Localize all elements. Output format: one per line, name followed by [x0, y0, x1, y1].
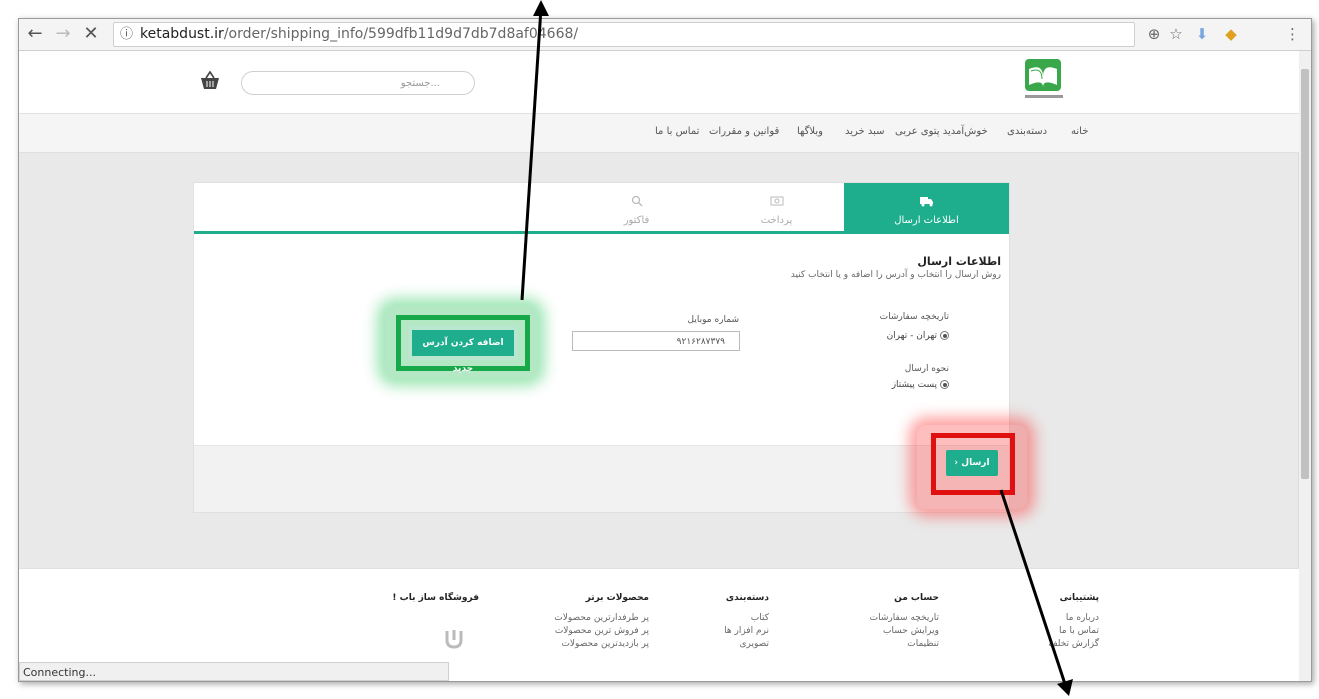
chevron-left-icon: ‹ [954, 458, 959, 468]
zoom-icon[interactable]: ⊕ [1145, 22, 1163, 46]
footer-link[interactable]: کتاب [669, 613, 769, 623]
tab-label: پرداخت [760, 215, 793, 226]
card-footer [193, 445, 1010, 513]
section-subtitle: روش ارسال را انتخاب و آدرس را اضافه و یا… [790, 270, 1001, 280]
download-icon[interactable]: ⬇ [1191, 22, 1213, 46]
footer-link[interactable]: پر بازدیدترین محصولات [499, 639, 649, 649]
order-history-option-label: تهران - تهران [886, 331, 937, 341]
tab-invoice[interactable]: فاکتور [564, 183, 709, 231]
footer-link[interactable]: پر فروش ترین محصولات [499, 626, 649, 636]
tab-shipping-info[interactable]: اطلاعات ارسال [844, 183, 1009, 231]
footer-link[interactable]: گزارش تخلف [1009, 639, 1099, 649]
order-history-label: تاریخچه سفارشات [879, 312, 949, 322]
section-title: اطلاعات ارسال [917, 255, 1001, 268]
footer-column-account: حساب من تاریخچه سفارشات ویرایش حساب تنظی… [839, 593, 939, 652]
tab-label: فاکتور [623, 215, 650, 226]
trust-badge[interactable] [377, 627, 465, 651]
footer-link[interactable]: ویرایش حساب [839, 626, 939, 636]
info-icon[interactable]: ⓘ [120, 23, 133, 46]
address-bar[interactable]: ⓘ ketabdust.ir/order/shipping_info/599df… [113, 22, 1135, 47]
radio-icon[interactable] [940, 331, 949, 340]
nav-item-home[interactable]: خانه [1071, 126, 1088, 137]
footer-column-top-products: محصولات برتر پر طرفدارترین محصولات پر فر… [499, 593, 649, 652]
nav-item-contact[interactable]: تماس با ما [655, 126, 699, 137]
mobile-label: شماره موبایل [687, 315, 739, 325]
truck-icon [844, 195, 1009, 209]
nav-item-cart[interactable]: سبد خرید [845, 126, 885, 137]
checkout-steps: اطلاعات ارسال پرداخت فاکتور [194, 183, 1009, 234]
page-scrollbar[interactable] [1298, 51, 1311, 681]
footer-heading: دسته‌بندی [725, 593, 769, 603]
radio-icon[interactable] [940, 380, 949, 389]
shipping-method-option-label: پست پیشتاز [891, 380, 937, 390]
star-icon[interactable]: ☆ [1167, 22, 1185, 46]
back-icon[interactable]: ← [23, 22, 47, 46]
browser-window: ← → ✕ ⓘ ketabdust.ir/order/shipping_info… [18, 18, 1312, 682]
footer-heading: پشتیبانی [1059, 593, 1099, 603]
footer-link[interactable]: تماس با ما [1009, 626, 1099, 636]
nav-item-rules[interactable]: قوانین و مقررات [709, 126, 779, 137]
shipping-method-label: نحوه ارسال [904, 364, 949, 374]
footer-heading: محصولات برتر [585, 593, 649, 603]
browser-toolbar: ← → ✕ ⓘ ketabdust.ir/order/shipping_info… [19, 19, 1311, 51]
badge-icon [445, 629, 463, 649]
stop-icon[interactable]: ✕ [79, 22, 103, 46]
extension-icon[interactable]: ◆ [1219, 22, 1243, 46]
send-button-label: ارسال [961, 458, 990, 468]
footer-link[interactable]: تنظیمات [839, 639, 939, 649]
footer-link[interactable]: پر طرفدارترین محصولات [499, 613, 649, 623]
footer-column-categories: دسته‌بندی کتاب نرم افزار ها تصویری [669, 593, 769, 652]
site-logo[interactable] [1015, 55, 1073, 105]
footer-heading: حساب من [894, 593, 939, 603]
shipping-method-option[interactable]: پست پیشتاز [819, 380, 949, 390]
tab-label: اطلاعات ارسال [894, 215, 959, 226]
arrow-head-up [533, 0, 549, 16]
tab-payment[interactable]: پرداخت [709, 183, 844, 231]
footer-heading: فروشگاه ساز باب ! [392, 593, 479, 603]
add-address-button[interactable]: اضافه کردن آدرس جدید [408, 326, 518, 374]
search-input[interactable]: جستجو... [241, 71, 475, 95]
footer-link[interactable]: تاریخچه سفارشات [839, 613, 939, 623]
footer-column-support: پشتیبانی درباره ما تماس با ما گزارش تخلف [1009, 593, 1099, 652]
cart-icon[interactable] [199, 69, 221, 93]
footer-column-store-builder: فروشگاه ساز باب ! [349, 593, 479, 613]
nav-item-blogs[interactable]: وبلاگها [797, 126, 823, 137]
footer-link[interactable]: درباره ما [1009, 613, 1099, 623]
url-host: ketabdust.ir [140, 26, 224, 42]
mobile-field[interactable]: ۹۲۱۶۲۸۷۳۷۹ [572, 331, 740, 351]
site-header: جستجو... [19, 51, 1299, 114]
search-icon [564, 195, 709, 209]
nav-item-categories[interactable]: دسته‌بندی [1007, 126, 1047, 137]
menu-icon[interactable]: ⋮ [1285, 22, 1300, 46]
main-nav: خانه دسته‌بندی خوش‌آمدید پتوی عربی سبد خ… [19, 114, 1299, 153]
nav-item-welcome[interactable]: خوش‌آمدید پتوی عربی [895, 126, 988, 137]
footer-link[interactable]: تصویری [669, 639, 769, 649]
url-path: /order/shipping_info/599dfb11d9d7db7d8af… [223, 26, 579, 42]
money-icon [709, 195, 844, 209]
footer-link[interactable]: نرم افزار ها [669, 626, 769, 636]
scrollbar-thumb[interactable] [1301, 69, 1309, 479]
order-history-option[interactable]: تهران - تهران [819, 331, 949, 341]
status-bar: Connecting... [19, 662, 449, 681]
send-button[interactable]: ارسال ‹ [946, 450, 998, 476]
forward-icon[interactable]: → [51, 22, 75, 46]
